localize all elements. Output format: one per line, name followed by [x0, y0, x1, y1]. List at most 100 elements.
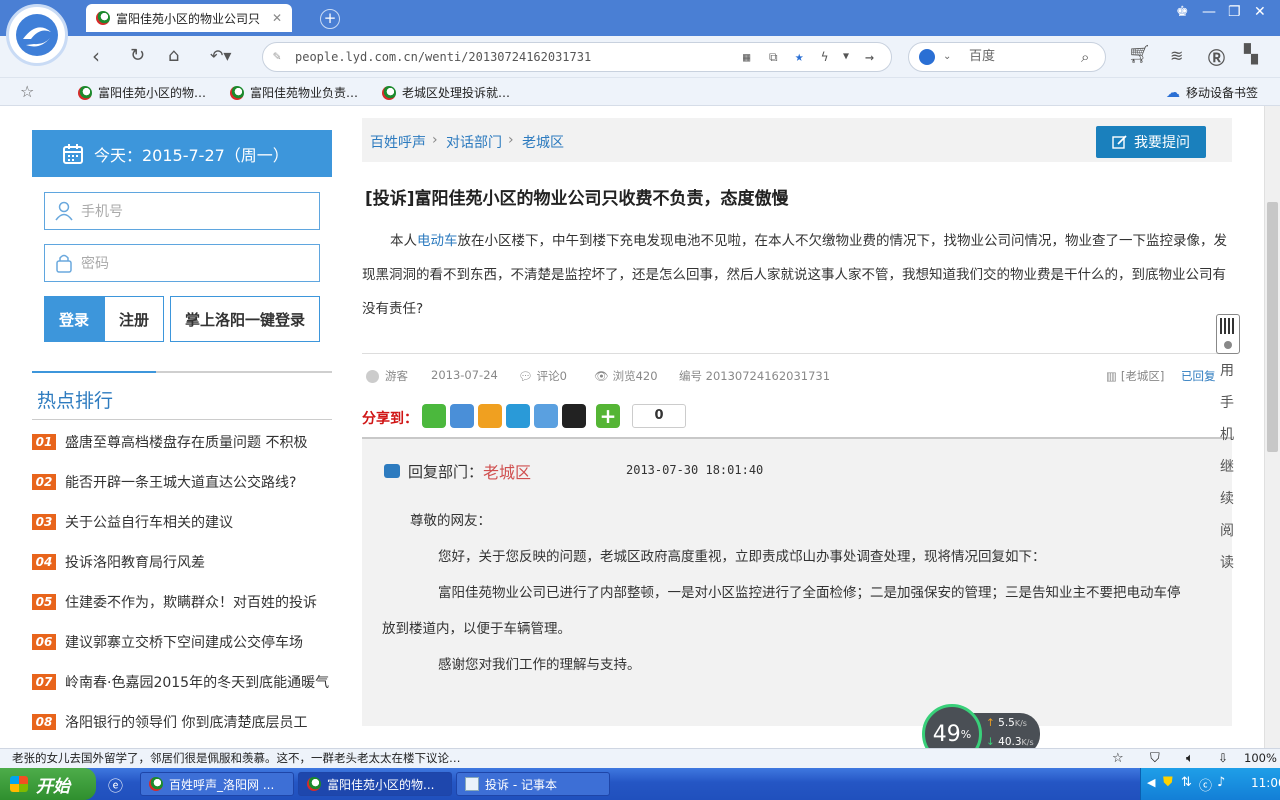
apps-grid-icon[interactable]: ▚	[1244, 44, 1258, 65]
search-box[interactable]: ⌄ 百度 ⌕	[908, 42, 1106, 72]
breadcrumb-item[interactable]: 百姓呼声	[370, 132, 426, 152]
read-on-mobile-char[interactable]: 用	[1220, 360, 1234, 380]
qq-icon[interactable]	[562, 404, 586, 428]
reply-dept[interactable]: 老城区	[483, 459, 531, 483]
hot-rank-badge: 02	[32, 474, 56, 490]
taskbar-item-browser-active[interactable]: 富阳佳苑小区的物...	[298, 772, 452, 796]
hot-item[interactable]: 03 关于公益自行车相关的建议	[32, 512, 332, 532]
hot-item[interactable]: 02 能否开辟一条王城大道直达公交路线?	[32, 472, 332, 492]
hot-item-title: 洛阳银行的领导们 你到底清楚底层员工	[65, 715, 308, 731]
taskbar-item-notepad[interactable]: 投诉 - 记事本	[456, 772, 610, 796]
bookmark-item-1[interactable]: 富阳佳苑小区的物…	[78, 84, 206, 101]
breadcrumb-item[interactable]: 老城区	[522, 132, 564, 152]
hot-item[interactable]: 04 投诉洛阳教育局行风差	[32, 552, 332, 572]
meta-status: 已回复	[1181, 369, 1216, 383]
undo-icon[interactable]: ↶▾	[210, 45, 231, 67]
login-button[interactable]: 登录	[44, 296, 104, 342]
network-icon[interactable]: ⇅	[1181, 775, 1192, 790]
read-on-mobile-char[interactable]: 机	[1220, 424, 1234, 444]
more-share-icon[interactable]: +	[596, 404, 620, 428]
refresh-icon[interactable]: ↻	[130, 45, 145, 67]
zoom-level[interactable]: 100%	[1244, 749, 1277, 768]
meta-id: 编号 20130724162031731	[679, 369, 831, 383]
breadcrumb-item[interactable]: 对话部门	[446, 132, 502, 152]
read-on-mobile-char[interactable]: 手	[1220, 392, 1234, 412]
read-on-mobile-char[interactable]: 继	[1220, 456, 1234, 476]
news-ticker[interactable]: 老张的女儿去国外留学了，邻居们很是佩服和羡慕。这不，一群老头老太太在楼下议论…	[12, 749, 461, 768]
browser-logo-icon[interactable]	[6, 4, 68, 66]
ask-question-button[interactable]: 我要提问	[1096, 126, 1206, 158]
windows-logo-icon	[10, 776, 28, 792]
skin-icon[interactable]: ♚	[1176, 4, 1189, 20]
new-tab-icon[interactable]: +	[320, 9, 340, 29]
vertical-scrollbar[interactable]	[1264, 106, 1280, 748]
lightning-icon[interactable]: ϟ	[821, 43, 828, 71]
screenshot-icon[interactable]: ⧉	[769, 43, 778, 71]
tab-close-icon[interactable]: ✕	[272, 11, 282, 25]
maximize-icon[interactable]: ❐	[1228, 4, 1241, 20]
read-on-mobile-char[interactable]: 阅	[1220, 520, 1234, 540]
browser-tab[interactable]: 富阳佳苑小区的物业公司只 ✕	[86, 4, 292, 32]
taskbar-item-browser[interactable]: 百姓呼声_洛阳网 ...	[140, 772, 294, 796]
hot-item[interactable]: 07 岭南春·色嘉园2015年的冬天到底能通暖气	[32, 672, 332, 692]
back-icon[interactable]: ‹	[92, 45, 100, 67]
start-button[interactable]: 开始	[0, 768, 96, 800]
volume-icon[interactable]: 🔈︎	[1186, 749, 1194, 768]
go-arrow-icon[interactable]: →	[865, 43, 874, 71]
speed-icon[interactable]: ☆	[1112, 749, 1124, 768]
account-icon[interactable]: Ⓡ	[1208, 44, 1225, 69]
one-click-login-button[interactable]: 掌上洛阳一键登录	[170, 296, 320, 342]
views-count: 浏览420	[612, 369, 658, 383]
hot-item[interactable]: 08 洛阳银行的领导们 你到底清楚底层员工	[32, 712, 332, 732]
scrollbar-thumb[interactable]	[1267, 202, 1278, 452]
dropdown-icon[interactable]: ▼	[843, 43, 849, 71]
tray-collapse-icon[interactable]: ◀	[1147, 776, 1155, 789]
engine-dropdown-icon[interactable]: ⌄	[943, 43, 951, 71]
read-on-mobile-char[interactable]: 读	[1220, 552, 1234, 572]
bookmark-star-icon[interactable]: ☆	[20, 82, 34, 101]
share-count: 0	[632, 404, 686, 428]
start-label: 开始	[36, 776, 70, 797]
volume-tray-icon[interactable]: ♪	[1217, 775, 1225, 790]
hot-item[interactable]: 06 建议郭寨立交桥下空间建成公交停车场	[32, 632, 332, 652]
bookmark-item-3[interactable]: 老城区处理投诉就…	[382, 84, 510, 101]
hot-item-title: 建议郭寨立交桥下空间建成公交停车场	[65, 635, 303, 651]
page-icon: ✎	[273, 49, 281, 64]
hot-item[interactable]: 01 盛唐至尊高档楼盘存在质量问题 不积极	[32, 432, 332, 452]
site-favicon-icon	[96, 11, 110, 25]
search-icon[interactable]: ⌕	[1081, 43, 1089, 71]
download-icon[interactable]: ⇩	[1218, 749, 1228, 768]
body-link[interactable]: 电动车	[417, 233, 458, 249]
address-bar[interactable]: ✎ people.lyd.com.cn/wenti/20130724162031…	[262, 42, 892, 72]
security-shield-icon[interactable]: ⛊	[1163, 775, 1173, 790]
meta-dept[interactable]: ▥ [老城区]	[1106, 368, 1164, 384]
body-text: 放在小区楼下，中午到楼下充电发现电池不见啦，在本人不欠缴物业费的情况下，找物业公…	[362, 233, 1227, 317]
wifi-icon[interactable]: ≋	[1170, 46, 1183, 65]
ime-icon[interactable]: ⓒ	[1199, 775, 1212, 794]
renren-icon[interactable]	[534, 404, 558, 428]
favorite-star-icon[interactable]: ★	[795, 43, 803, 71]
home-icon[interactable]: ⌂	[168, 45, 179, 67]
close-window-icon[interactable]: ✕	[1254, 4, 1266, 20]
ie-icon[interactable]: ⓔ	[108, 775, 123, 796]
register-button[interactable]: 注册	[104, 296, 164, 342]
phone-button	[1224, 341, 1232, 349]
phone-field[interactable]: 手机号	[44, 192, 320, 230]
qzone-icon[interactable]	[450, 404, 474, 428]
weibo-icon[interactable]	[478, 404, 502, 428]
password-field[interactable]: 密码	[44, 244, 320, 282]
tencent-weibo-icon[interactable]	[506, 404, 530, 428]
author-name: 游客	[385, 369, 408, 383]
minimize-icon[interactable]: —	[1202, 4, 1216, 20]
wechat-icon[interactable]	[422, 404, 446, 428]
mobile-bookmarks[interactable]: ☁ 移动设备书签	[1166, 84, 1258, 101]
qrcode-icon[interactable]: ▦	[743, 43, 750, 71]
mobile-qrcode-icon[interactable]	[1216, 314, 1240, 354]
bookmark-item-2[interactable]: 富阳佳苑物业负责…	[230, 84, 358, 101]
clock[interactable]: 11:00	[1251, 776, 1280, 790]
read-on-mobile-char[interactable]: 续	[1220, 488, 1234, 508]
cart-icon[interactable]: 🛒︎	[1128, 44, 1151, 65]
shield-icon[interactable]: ⛉	[1150, 749, 1160, 768]
hot-item[interactable]: 05 住建委不作为，欺瞒群众！对百姓的投诉	[32, 592, 332, 612]
meta-comments[interactable]: 💬︎ 评论0	[518, 368, 567, 384]
